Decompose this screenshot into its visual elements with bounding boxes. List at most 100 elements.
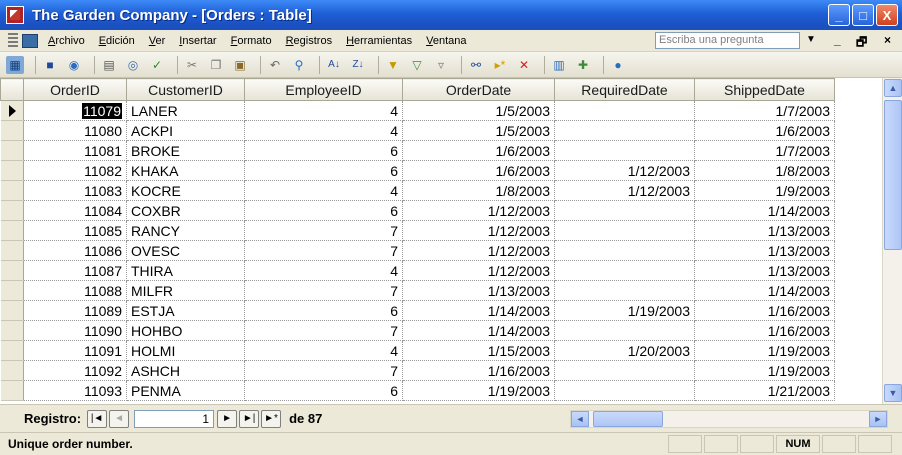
- table-row[interactable]: 11086 OVESC 7 1/12/2003 1/13/2003: [0, 240, 835, 261]
- cell-shippeddate[interactable]: 1/19/2003: [694, 340, 835, 361]
- cell-orderid[interactable]: 11083: [23, 180, 127, 201]
- cut-icon[interactable]: ✂: [183, 56, 201, 74]
- table-row[interactable]: 11079 LANER 4 1/5/2003 1/7/2003: [0, 100, 835, 121]
- cell-employeeid[interactable]: 7: [244, 240, 403, 261]
- cell-employeeid[interactable]: 4: [244, 100, 403, 121]
- cell-customerid[interactable]: ASHCH: [126, 360, 245, 381]
- last-record-button[interactable]: ►|: [239, 409, 260, 428]
- mdi-restore-button[interactable]: 🗗: [856, 33, 867, 54]
- menu-formato[interactable]: Formato: [231, 35, 272, 47]
- record-selector[interactable]: [0, 320, 24, 341]
- scroll-right-arrow-icon[interactable]: ►: [869, 411, 887, 427]
- find-icon[interactable]: ⚯: [467, 56, 485, 74]
- cell-requireddate[interactable]: [554, 360, 695, 381]
- menu-ver[interactable]: Ver: [149, 35, 166, 47]
- cell-orderdate[interactable]: 1/12/2003: [402, 260, 555, 281]
- paste-icon[interactable]: ▣: [231, 56, 249, 74]
- menu-ventana[interactable]: Ventana: [426, 35, 466, 47]
- cell-requireddate[interactable]: 1/20/2003: [554, 340, 695, 361]
- menu-herramientas[interactable]: Herramientas: [346, 35, 412, 47]
- cell-orderid[interactable]: 11092: [23, 360, 127, 381]
- record-selector[interactable]: [0, 160, 24, 181]
- undo-icon[interactable]: ↶: [266, 56, 284, 74]
- table-document-icon[interactable]: [22, 33, 38, 48]
- table-row[interactable]: 11093 PENMA 6 1/19/2003 1/21/2003: [0, 380, 835, 401]
- menu-archivo[interactable]: Archivo: [48, 35, 85, 47]
- cell-requireddate[interactable]: 1/12/2003: [554, 160, 695, 181]
- record-selector[interactable]: [0, 360, 24, 381]
- menu-grip-handle[interactable]: [8, 32, 18, 49]
- record-selector[interactable]: [0, 240, 24, 261]
- mdi-minimize-button[interactable]: _: [834, 33, 841, 47]
- spelling-icon[interactable]: ✓: [148, 56, 166, 74]
- select-all-corner[interactable]: [0, 78, 24, 101]
- cell-orderid[interactable]: 11082: [23, 160, 127, 181]
- cell-employeeid[interactable]: 4: [244, 120, 403, 141]
- table-row[interactable]: 11088 MILFR 7 1/13/2003 1/14/2003: [0, 280, 835, 301]
- maximize-button[interactable]: □: [852, 4, 874, 26]
- cell-employeeid[interactable]: 4: [244, 260, 403, 281]
- scroll-left-arrow-icon[interactable]: ◄: [571, 411, 589, 427]
- cell-shippeddate[interactable]: 1/13/2003: [694, 240, 835, 261]
- record-selector[interactable]: [0, 100, 24, 121]
- cell-customerid[interactable]: RANCY: [126, 220, 245, 241]
- cell-employeeid[interactable]: 7: [244, 220, 403, 241]
- table-row[interactable]: 11082 KHAKA 6 1/6/2003 1/12/2003 1/8/2003: [0, 160, 835, 181]
- database-window-icon[interactable]: ▥: [550, 56, 568, 74]
- cell-orderid[interactable]: 11093: [23, 380, 127, 401]
- next-record-button[interactable]: ►: [217, 409, 238, 428]
- table-row[interactable]: 11089 ESTJA 6 1/14/2003 1/19/2003 1/16/2003: [0, 300, 835, 321]
- table-row[interactable]: 11091 HOLMI 4 1/15/2003 1/20/2003 1/19/2003: [0, 340, 835, 361]
- horizontal-scroll-thumb[interactable]: [593, 411, 663, 427]
- help-icon[interactable]: ●: [609, 56, 627, 74]
- cell-customerid[interactable]: ESTJA: [126, 300, 245, 321]
- cell-requireddate[interactable]: [554, 220, 695, 241]
- cell-orderid[interactable]: 11086: [23, 240, 127, 261]
- cell-customerid[interactable]: LANER: [126, 100, 245, 121]
- copy-icon[interactable]: ❐: [207, 56, 225, 74]
- print-preview-icon[interactable]: ◎: [124, 56, 142, 74]
- cell-customerid[interactable]: KOCRE: [126, 180, 245, 201]
- cell-shippeddate[interactable]: 1/7/2003: [694, 140, 835, 161]
- cell-shippeddate[interactable]: 1/8/2003: [694, 160, 835, 181]
- cell-customerid[interactable]: THIRA: [126, 260, 245, 281]
- cell-requireddate[interactable]: [554, 380, 695, 401]
- help-dropdown-arrow-icon[interactable]: ▼: [806, 34, 816, 45]
- insert-hyperlink-icon[interactable]: ⚲: [290, 56, 308, 74]
- cell-requireddate[interactable]: [554, 280, 695, 301]
- new-object-icon[interactable]: ✚: [574, 56, 592, 74]
- cell-orderdate[interactable]: 1/13/2003: [402, 280, 555, 301]
- cell-orderdate[interactable]: 1/19/2003: [402, 380, 555, 401]
- cell-orderdate[interactable]: 1/16/2003: [402, 360, 555, 381]
- cell-orderid[interactable]: 11079: [23, 100, 127, 121]
- cell-orderdate[interactable]: 1/15/2003: [402, 340, 555, 361]
- cell-customerid[interactable]: KHAKA: [126, 160, 245, 181]
- scroll-up-arrow-icon[interactable]: ▲: [884, 79, 902, 97]
- cell-shippeddate[interactable]: 1/14/2003: [694, 200, 835, 221]
- cell-requireddate[interactable]: [554, 140, 695, 161]
- cell-orderid[interactable]: 11084: [23, 200, 127, 221]
- cell-orderid[interactable]: 11089: [23, 300, 127, 321]
- vertical-scroll-thumb[interactable]: [884, 100, 902, 250]
- cell-shippeddate[interactable]: 1/16/2003: [694, 300, 835, 321]
- cell-requireddate[interactable]: [554, 100, 695, 121]
- view-icon[interactable]: ▦: [6, 55, 24, 74]
- record-selector[interactable]: [0, 300, 24, 321]
- cell-shippeddate[interactable]: 1/9/2003: [694, 180, 835, 201]
- cell-orderid[interactable]: 11081: [23, 140, 127, 161]
- cell-orderdate[interactable]: 1/6/2003: [402, 160, 555, 181]
- cell-employeeid[interactable]: 6: [244, 140, 403, 161]
- sort-descending-icon[interactable]: Z↓: [349, 56, 367, 74]
- cell-employeeid[interactable]: 4: [244, 340, 403, 361]
- cell-shippeddate[interactable]: 1/14/2003: [694, 280, 835, 301]
- table-row[interactable]: 11085 RANCY 7 1/12/2003 1/13/2003: [0, 220, 835, 241]
- close-button[interactable]: X: [876, 4, 898, 26]
- cell-requireddate[interactable]: 1/19/2003: [554, 300, 695, 321]
- cell-orderid[interactable]: 11091: [23, 340, 127, 361]
- cell-orderdate[interactable]: 1/8/2003: [402, 180, 555, 201]
- cell-orderdate[interactable]: 1/5/2003: [402, 120, 555, 141]
- cell-employeeid[interactable]: 6: [244, 300, 403, 321]
- record-selector[interactable]: [0, 120, 24, 141]
- horizontal-scrollbar[interactable]: ◄ ►: [570, 410, 888, 428]
- cell-shippeddate[interactable]: 1/21/2003: [694, 380, 835, 401]
